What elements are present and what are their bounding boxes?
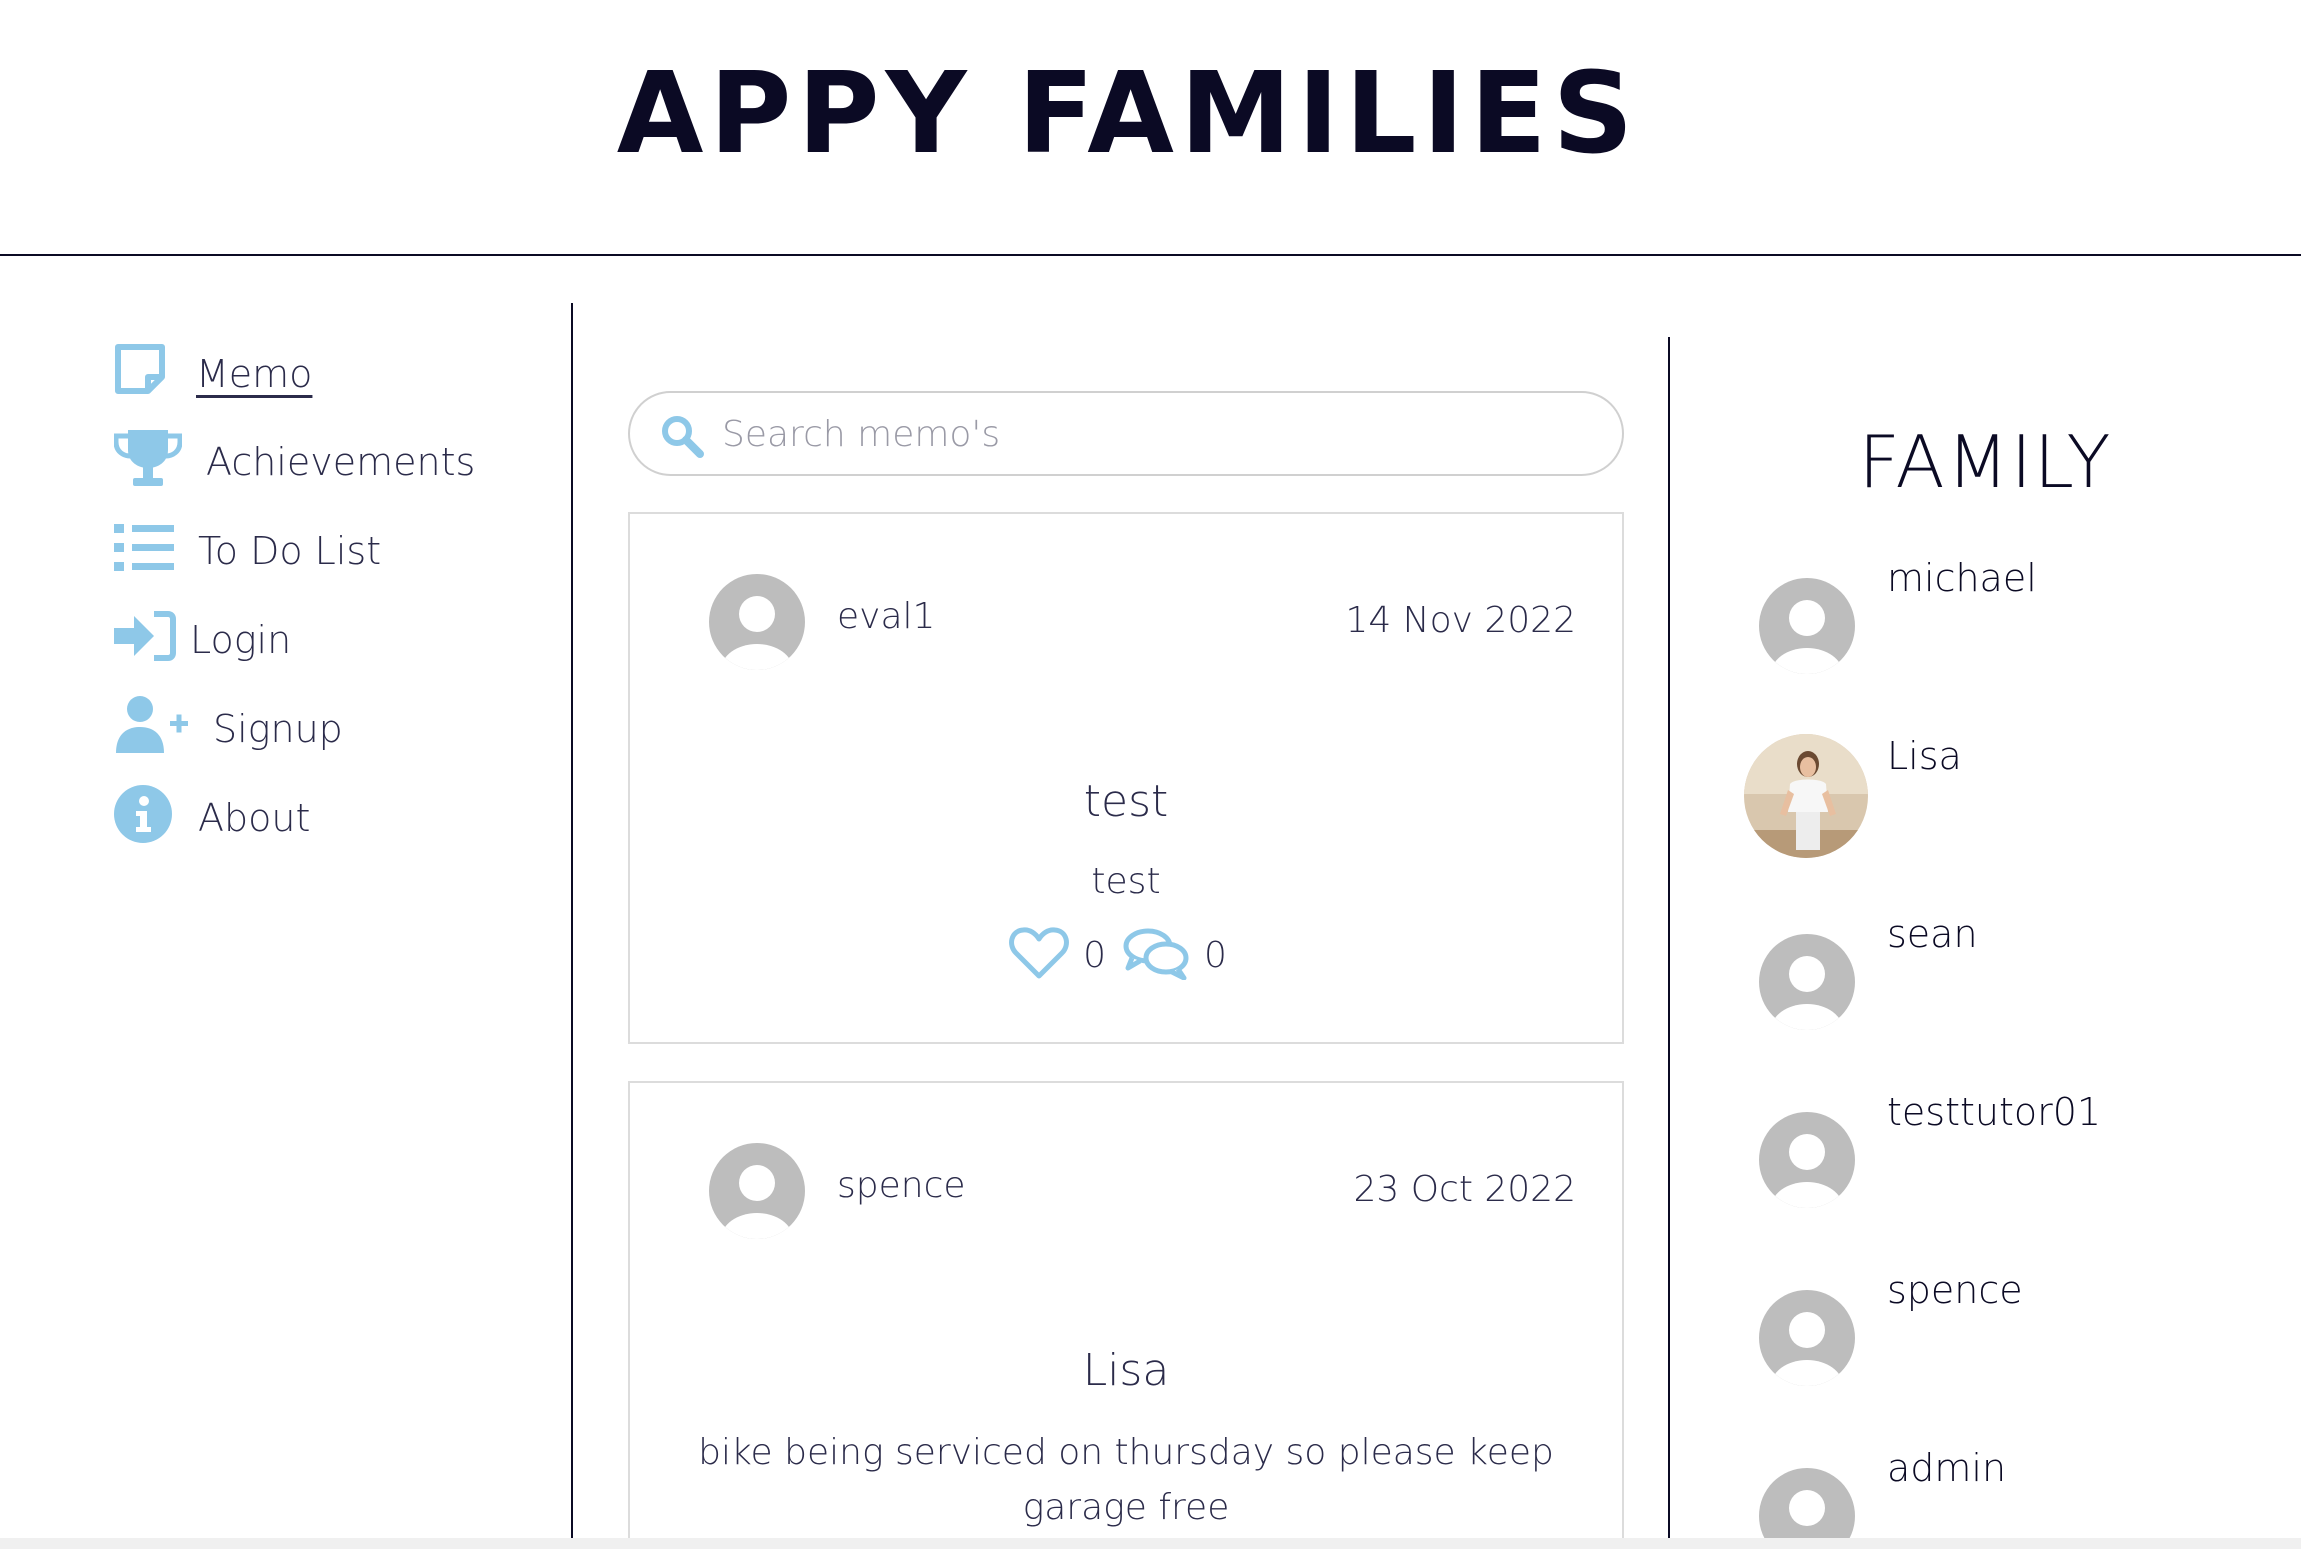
memo-body: test	[1091, 861, 1161, 902]
family-member[interactable]: sean	[1744, 912, 2224, 1042]
search-bar[interactable]	[628, 391, 1624, 476]
family-member[interactable]: admin	[1744, 1446, 2224, 1549]
family-member[interactable]: spence	[1744, 1268, 2224, 1398]
member-name: spence	[1887, 1268, 2023, 1312]
memo-body: bike being serviced on thursday so pleas…	[698, 1432, 1554, 1528]
default-avatar-icon	[1759, 578, 1855, 674]
info-icon	[114, 784, 198, 852]
family-title: FAMILY	[1858, 420, 2113, 504]
memo-card[interactable]: eval1 14 Nov 2022 test test 0 0	[628, 512, 1624, 1044]
default-avatar-icon	[1759, 1290, 1855, 1386]
member-name: admin	[1887, 1446, 2007, 1490]
horizontal-scrollbar[interactable]	[0, 1538, 2301, 1549]
comment-count: 0	[1204, 934, 1227, 976]
memo-author: spence	[837, 1165, 966, 1206]
default-avatar-icon	[1759, 1112, 1855, 1208]
nav-item-login[interactable]: Login	[114, 608, 291, 672]
family-member[interactable]: Lisa	[1744, 734, 2224, 864]
heart-icon[interactable]	[1009, 926, 1070, 984]
memo-date: 23 Oct 2022	[1353, 1169, 1576, 1210]
trophy-icon	[113, 428, 206, 497]
family-member[interactable]: michael	[1744, 556, 2224, 686]
nav-label-signup: Signup	[213, 707, 343, 751]
nav-item-signup[interactable]: Signup	[114, 695, 343, 764]
list-icon	[114, 522, 198, 581]
memo-author: eval1	[837, 596, 936, 637]
memo-card[interactable]: spence 23 Oct 2022 Lisa bike being servi…	[628, 1081, 1624, 1549]
memo-actions: 0 0	[630, 926, 1622, 984]
nav-label-login: Login	[190, 618, 292, 662]
nav-item-about[interactable]: About	[114, 784, 311, 852]
memo-date: 14 Nov 2022	[1345, 600, 1576, 641]
member-name: sean	[1887, 912, 1978, 956]
nav-label-about: About	[198, 796, 311, 840]
like-count: 0	[1083, 934, 1106, 976]
memo-title: Lisa	[1082, 1345, 1170, 1396]
nav-label-memo: Memo	[196, 352, 313, 396]
default-avatar-icon	[709, 1143, 805, 1239]
nav-divider	[571, 303, 573, 1549]
default-avatar-icon	[1759, 934, 1855, 1030]
login-icon	[114, 610, 190, 671]
nav-item-todo[interactable]: To Do List	[114, 519, 381, 583]
comments-icon[interactable]	[1122, 926, 1190, 984]
nav-label-achievements: Achievements	[206, 440, 476, 484]
member-name: Lisa	[1887, 734, 1962, 778]
default-avatar-icon	[1759, 1468, 1855, 1549]
family-divider	[1668, 337, 1670, 1549]
memo-icon	[114, 343, 178, 406]
family-member[interactable]: testtutor01	[1744, 1090, 2224, 1220]
default-avatar-icon	[709, 574, 805, 670]
member-name: testtutor01	[1887, 1090, 2102, 1134]
site-header: APPY FAMILIES	[0, 0, 2301, 256]
nav-item-memo[interactable]: Memo	[114, 342, 312, 406]
nav-item-achievements[interactable]: Achievements	[113, 428, 476, 497]
site-title: APPY FAMILIES	[616, 49, 1640, 179]
search-input[interactable]	[722, 407, 1582, 461]
user-plus-icon	[114, 695, 213, 764]
member-name: michael	[1887, 556, 2037, 600]
nav-label-todo: To Do List	[198, 529, 382, 573]
member-photo	[1744, 734, 1868, 858]
search-icon	[660, 414, 704, 458]
memo-title: test	[1083, 776, 1169, 827]
